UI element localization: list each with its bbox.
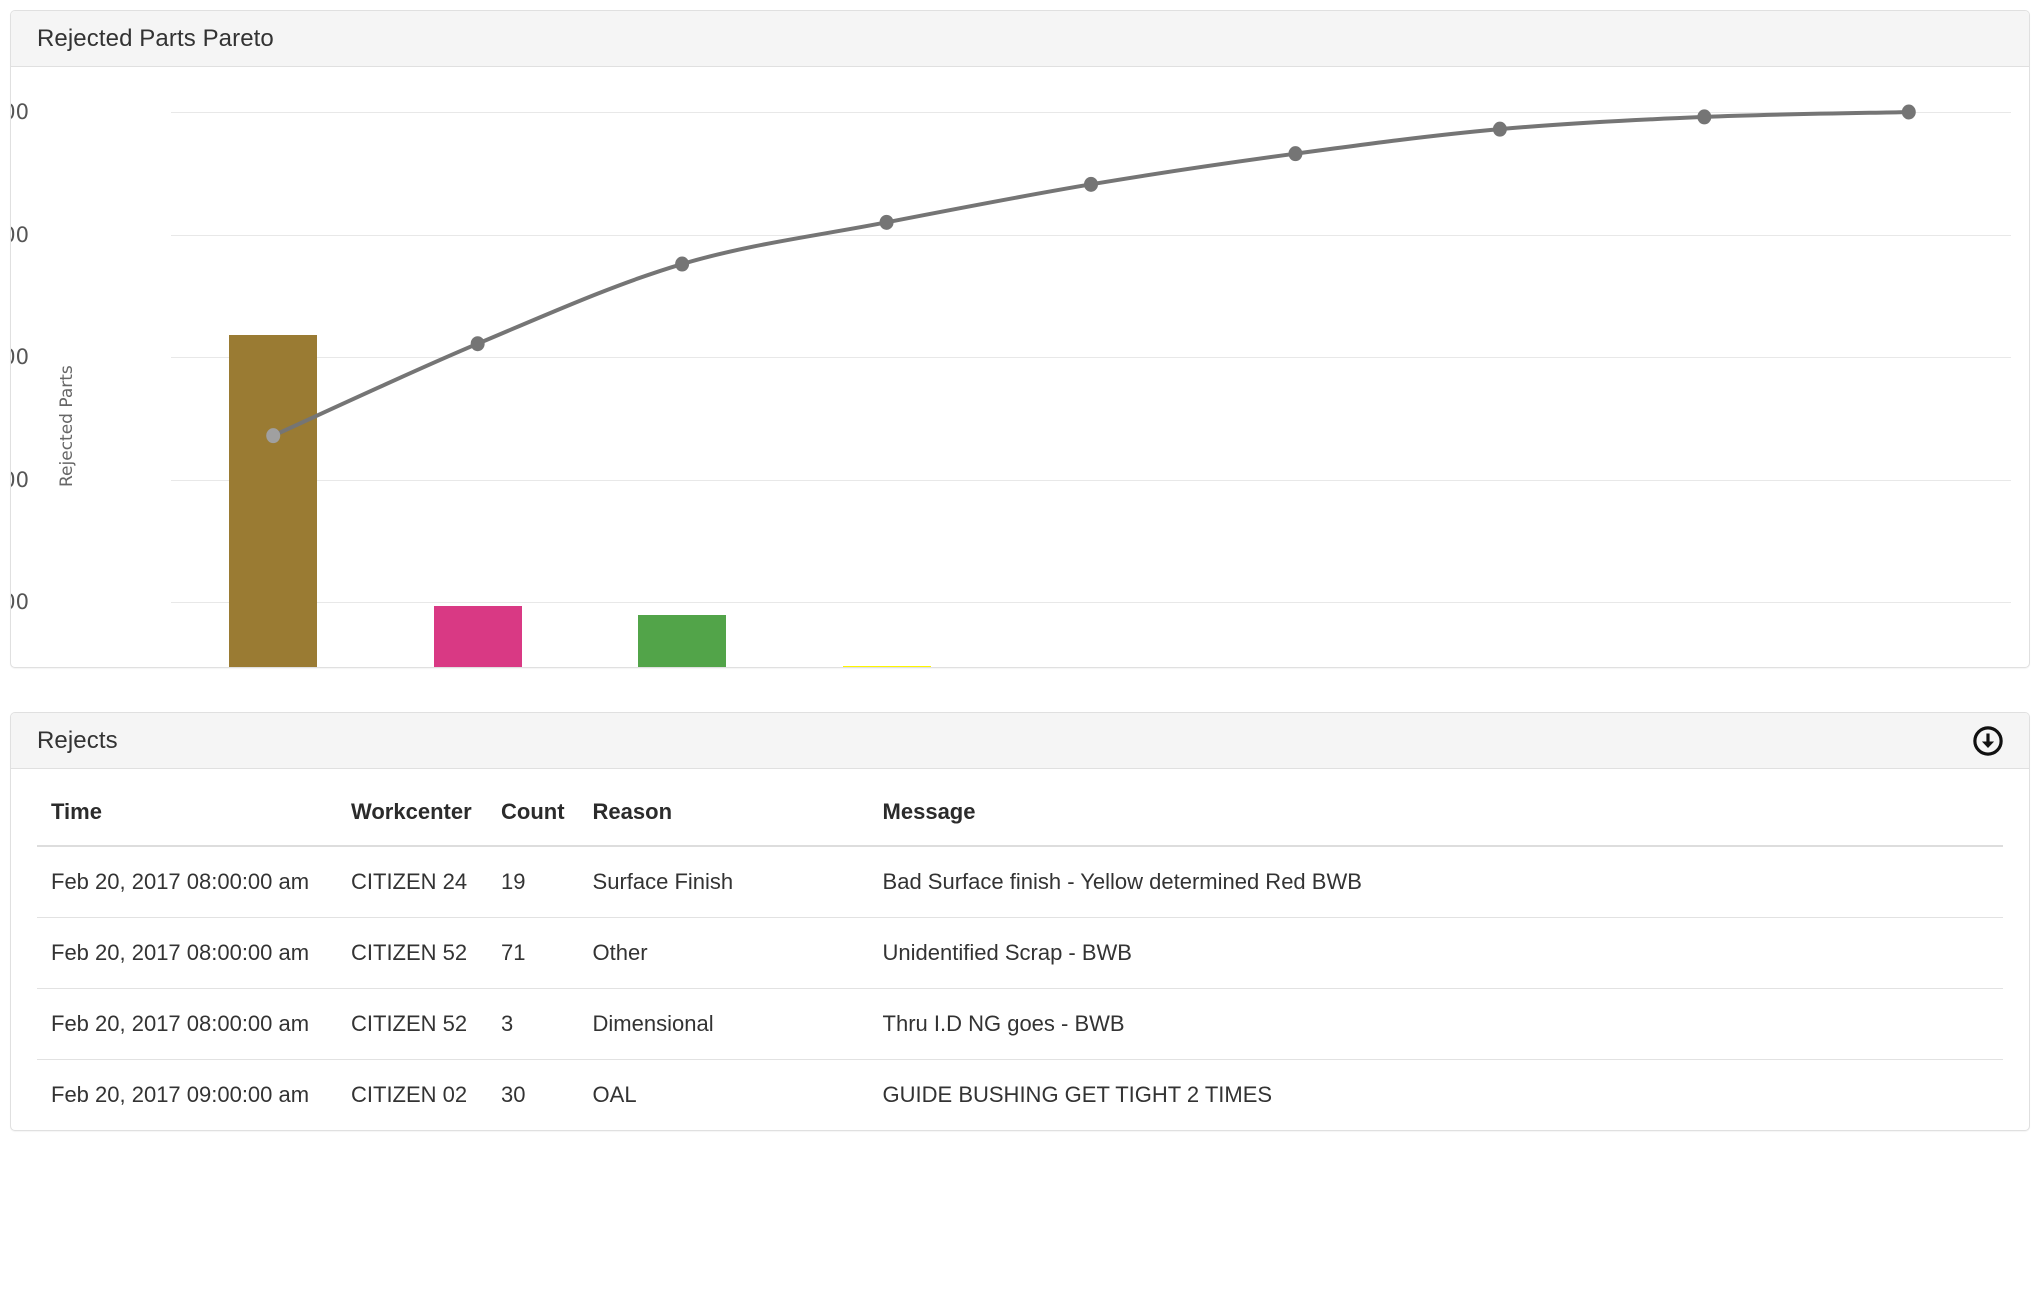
reject-count: 30	[487, 1059, 579, 1130]
reject-workcenter: CITIZEN 02	[337, 1059, 487, 1130]
rejects-table-head: Time Workcenter Count Reason Message	[37, 769, 2003, 847]
reject-message: Unidentified Scrap - BWB	[868, 917, 2003, 989]
rejects-table-body: Feb 20, 2017 08:00:00 am CITIZEN 24 19 Surf…	[37, 846, 2003, 1130]
y-axis-tick-label: 1000	[11, 467, 29, 492]
reject-reason: Other	[578, 917, 869, 989]
table-row[interactable]: Feb 20, 2017 09:00:00 am CITIZEN 02 30 OAL G…	[37, 1059, 2003, 1130]
table-row[interactable]: Feb 20, 2017 08:00:00 am CITIZEN 24 19 Surf…	[37, 846, 2003, 918]
bar[interactable]	[638, 614, 727, 667]
pareto-chart: Rejected Parts DimensionalTool Change / …	[11, 67, 2029, 667]
table-row[interactable]: Feb 20, 2017 08:00:00 am CITIZEN 52 3 Dimen…	[37, 988, 2003, 1060]
bar-series	[171, 112, 2011, 667]
rejects-panel: Rejects Time Workcenter Count Reason Mes…	[10, 712, 2030, 1131]
reject-count: 19	[501, 869, 526, 894]
reject-reason: Surface Finish	[592, 869, 734, 894]
rejects-table-wrapper: Time Workcenter Count Reason Message Feb…	[11, 769, 2029, 1130]
column-header-count[interactable]: Count	[487, 769, 579, 847]
y-axis-tick-label: 1500	[11, 345, 29, 370]
gridlines-and-bars	[171, 104, 2011, 667]
reject-time: Feb 20, 2017 09:00:00 am	[37, 1059, 337, 1130]
bar[interactable]	[229, 335, 318, 667]
reject-reason: Dimensional	[578, 988, 869, 1060]
reject-time: Feb 20, 2017 08:00:00 am	[51, 869, 310, 894]
chart-plot-area: DimensionalTool Change / Offset ScrapOth…	[171, 104, 2011, 667]
page-title: Rejected Parts Pareto	[37, 24, 274, 52]
table-row[interactable]: Feb 20, 2017 08:00:00 am CITIZEN 52 71 Othe…	[37, 917, 2003, 989]
bar-slot	[375, 112, 579, 667]
bar-slot	[1398, 112, 1602, 667]
download-circle-icon[interactable]	[1973, 725, 2003, 756]
bar-slot	[171, 112, 375, 667]
y-axis-tick-label: 2500	[11, 100, 29, 124]
panel-spacer	[10, 668, 2030, 712]
bar-slot	[989, 112, 1193, 667]
rejects-table: Time Workcenter Count Reason Message Feb…	[37, 769, 2003, 1130]
bar-slot	[1193, 112, 1397, 667]
pareto-panel-header: Rejected Parts Pareto	[11, 11, 2029, 67]
bar-slot	[580, 112, 784, 667]
table-header-row: Time Workcenter Count Reason Message	[37, 769, 2003, 847]
bar-slot	[1807, 112, 2011, 667]
reject-workcenter: CITIZEN 52	[337, 917, 487, 989]
reject-message: Bad Surface finish - Yellow determined R…	[882, 869, 1362, 894]
bar[interactable]	[433, 606, 522, 667]
column-header-reason[interactable]: Reason	[578, 769, 869, 847]
rejects-title: Rejects	[37, 726, 118, 754]
column-header-workcenter[interactable]: Workcenter	[337, 769, 487, 847]
reject-message: GUIDE BUSHING GET TIGHT 2 TIMES	[868, 1059, 2003, 1130]
column-header-message[interactable]: Message	[868, 769, 2003, 847]
rejects-panel-header: Rejects	[11, 713, 2029, 769]
y-axis-title: Rejected Parts	[57, 365, 77, 487]
bar-slot	[784, 112, 988, 667]
column-header-time[interactable]: Time	[37, 769, 337, 847]
reject-time: Feb 20, 2017 08:00:00 am	[37, 988, 337, 1060]
bar-slot	[1602, 112, 1806, 667]
rejected-parts-pareto-panel: Rejected Parts Pareto Rejected Parts Dim…	[10, 10, 2030, 668]
reject-reason: OAL	[578, 1059, 869, 1130]
reject-count: 71	[487, 917, 579, 989]
reject-count: 3	[487, 988, 579, 1060]
y-axis-tick-label: 2000	[11, 222, 29, 247]
y-axis-tick-label: 500	[11, 590, 29, 615]
dashboard-page: Rejected Parts Pareto Rejected Parts Dim…	[0, 0, 2040, 1131]
reject-workcenter: CITIZEN 24	[351, 869, 468, 894]
reject-time: Feb 20, 2017 08:00:00 am	[37, 917, 337, 989]
reject-workcenter: CITIZEN 52	[337, 988, 487, 1060]
reject-message: Thru I.D NG goes - BWB	[868, 988, 2003, 1060]
